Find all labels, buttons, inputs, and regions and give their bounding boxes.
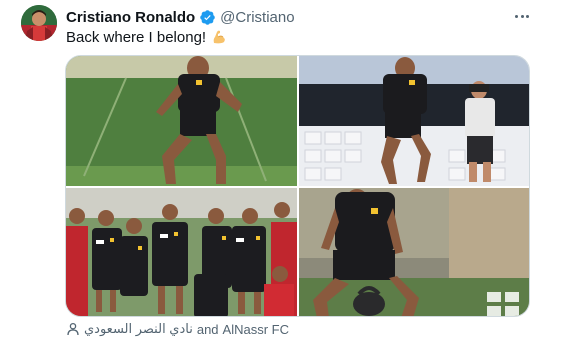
user-handle[interactable]: @Cristiano bbox=[220, 9, 294, 26]
avatar[interactable] bbox=[21, 5, 57, 41]
display-name[interactable]: Cristiano Ronaldo bbox=[66, 9, 195, 26]
person-tag-icon bbox=[66, 322, 80, 336]
tweet-header: Cristiano Ronaldo @Cristiano bbox=[66, 7, 295, 27]
tweet-text: Back where I belong! bbox=[66, 28, 207, 46]
tag-joiner: and bbox=[196, 321, 219, 337]
tag-alnassr-fc[interactable]: AlNassr FC bbox=[223, 322, 289, 337]
tagged-users[interactable]: نادي النصر السعودي and AlNassr FC bbox=[66, 321, 289, 337]
more-options-icon[interactable] bbox=[512, 8, 532, 24]
photo-training-sprint[interactable] bbox=[66, 56, 297, 186]
photo-kettlebell-training[interactable] bbox=[299, 188, 529, 316]
flexed-biceps-icon bbox=[211, 29, 227, 45]
tweet-card: Cristiano Ronaldo @Cristiano Back where … bbox=[0, 0, 570, 343]
verified-badge-icon bbox=[199, 9, 216, 26]
more-dot bbox=[526, 14, 529, 18]
tag-arabic-name[interactable]: نادي النصر السعودي bbox=[84, 321, 193, 337]
photo-training-stadium[interactable] bbox=[299, 56, 529, 186]
more-dot bbox=[515, 14, 518, 18]
tweet-text-row: Back where I belong! bbox=[66, 27, 227, 47]
photo-team-group[interactable] bbox=[66, 188, 297, 316]
media-grid bbox=[65, 55, 530, 317]
more-dot bbox=[520, 14, 524, 18]
